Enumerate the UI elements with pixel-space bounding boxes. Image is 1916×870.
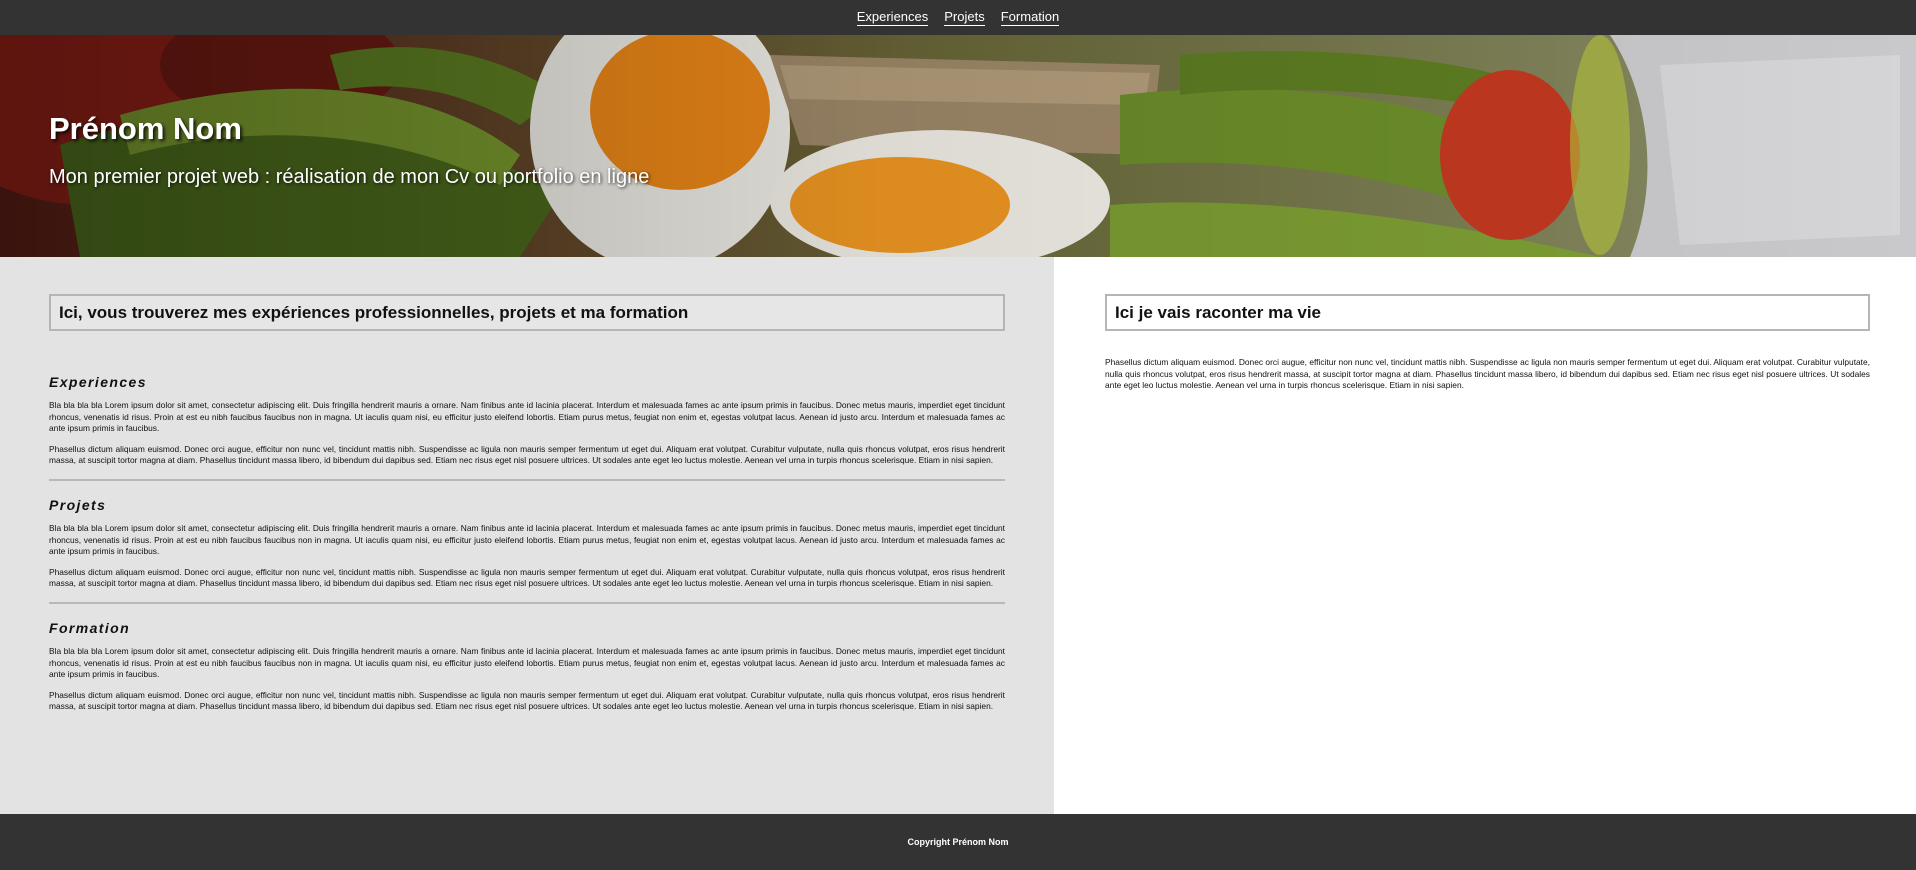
hero-overlay	[0, 35, 1916, 257]
right-column: Ici je vais raconter ma vie Phasellus di…	[1054, 257, 1916, 814]
section-heading: Experiences	[49, 374, 147, 390]
paragraph: Bla bla bla bla Lorem ipsum dolor sit am…	[49, 400, 1005, 434]
paragraph: Phasellus dictum aliquam euismod. Donec …	[49, 689, 1005, 712]
paragraph: Bla bla bla bla Lorem ipsum dolor sit am…	[49, 645, 1005, 680]
nav-link-projets[interactable]: Projets	[944, 9, 985, 26]
section-divider	[49, 601, 1005, 604]
footer-copyright: Copyright Prénom Nom	[907, 837, 1009, 847]
section-formation: Formation Bla bla bla bla Lorem ipsum do…	[49, 620, 1005, 713]
left-column-title: Ici, vous trouverez mes expériences prof…	[49, 294, 1005, 331]
nav-link-experiences[interactable]: Experiences	[856, 9, 929, 26]
hero-name: Prénom Nom	[49, 111, 242, 146]
section-projets: Projets Bla bla bla bla Lorem ipsum dolo…	[49, 497, 1005, 590]
main-content: Ici, vous trouverez mes expériences prof…	[0, 257, 1916, 814]
footer: Copyright Prénom Nom	[0, 814, 1916, 870]
right-column-text: Phasellus dictum aliquam euismod. Donec …	[1105, 357, 1870, 391]
left-column: Ici, vous trouverez mes expériences prof…	[0, 257, 1054, 814]
hero-banner: Prénom Nom Mon premier projet web : réal…	[0, 35, 1916, 257]
section-divider	[49, 478, 1005, 481]
section-heading: Formation	[49, 619, 131, 636]
section-experiences: Experiences Bla bla bla bla Lorem ipsum …	[49, 374, 1005, 467]
right-column-title: Ici je vais raconter ma vie	[1105, 294, 1870, 331]
paragraph: Phasellus dictum aliquam euismod. Donec …	[49, 566, 1005, 589]
section-heading: Projets	[49, 496, 107, 513]
nav-link-formation[interactable]: Formation	[1000, 9, 1060, 26]
top-nav: Experiences Projets Formation	[0, 0, 1916, 35]
paragraph: Bla bla bla bla Lorem ipsum dolor sit am…	[49, 522, 1005, 557]
hero-subtitle: Mon premier projet web : réalisation de …	[49, 166, 650, 188]
paragraph: Phasellus dictum aliquam euismod. Donec …	[49, 443, 1005, 466]
